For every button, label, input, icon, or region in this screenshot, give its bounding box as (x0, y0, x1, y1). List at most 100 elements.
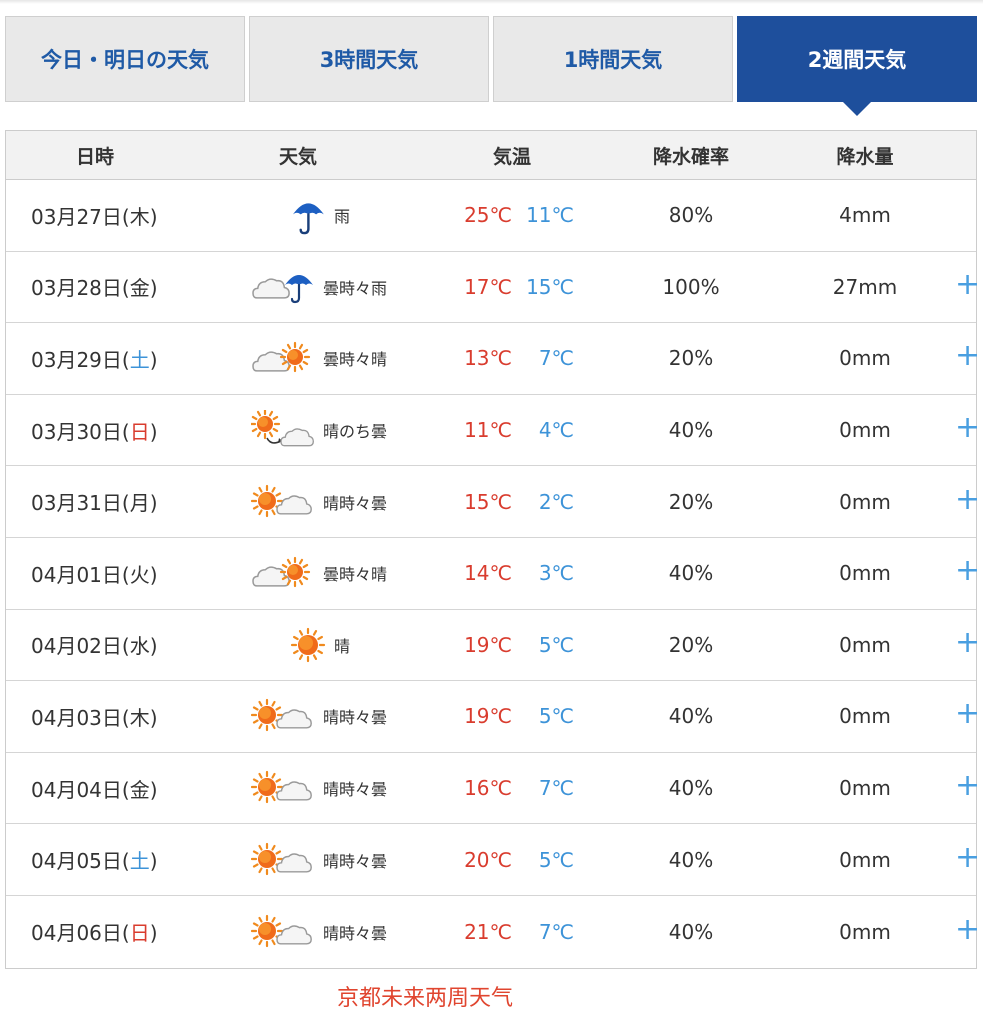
row-weather: 晴時々曇 (221, 482, 417, 522)
row-temp: 20℃ 5℃ (417, 848, 607, 872)
high-temp: 17℃ (464, 274, 512, 299)
sun-icon (288, 625, 328, 665)
precip-amount: 0mm (839, 561, 891, 586)
day-of-week: 金 (129, 276, 150, 301)
precip-probability: 40% (668, 847, 714, 872)
tab-1-hour[interactable]: 1時間天気 (493, 16, 733, 102)
weather-label: 雨 (333, 207, 350, 227)
table-row[interactable]: 04月04日(金) 晴時々曇 16℃ 7℃ 40% 0mm + (6, 753, 980, 825)
precip-amount: 27mm (832, 274, 898, 299)
weather-label: 晴時々曇 (322, 493, 387, 513)
weather-label: 晴時々曇 (322, 923, 387, 943)
tab-today-tomorrow[interactable]: 今日・明日の天気 (5, 16, 245, 102)
weather-label: 曇時々雨 (322, 278, 387, 298)
precip-amount: 0mm (839, 776, 891, 801)
day-of-week: 月 (129, 491, 150, 516)
precip-probability: 40% (668, 418, 714, 443)
low-temp: 5℃ (538, 704, 574, 729)
day-of-week: 木 (129, 705, 150, 730)
table-row[interactable]: 03月28日(金) 曇時々雨 17℃ 15℃ 100% 27mm + (6, 252, 980, 324)
weather-label: 晴時々曇 (322, 851, 387, 871)
expand-icon[interactable]: + (955, 484, 980, 515)
precip-probability: 100% (662, 274, 720, 299)
header-weather: 天気 (279, 145, 318, 168)
table-row[interactable]: 04月03日(木) 晴時々曇 19℃ 5℃ 40% 0mm + (6, 681, 980, 753)
table-row[interactable]: 04月02日(水) 晴 19℃ 5℃ 20% 0mm + (6, 610, 980, 682)
precip-amount: 0mm (839, 489, 891, 514)
row-weather: 曇時々晴 (221, 338, 417, 378)
low-temp: 5℃ (538, 847, 574, 872)
day-of-week: 土 (129, 347, 150, 372)
two-week-forecast-table: 日時 天気 気温 降水確率 降水量 03月27日(木) 雨 25℃ 11℃ 80… (5, 130, 980, 969)
high-temp: 19℃ (464, 632, 512, 657)
expand-icon[interactable]: + (955, 413, 980, 443)
table-row[interactable]: 04月01日(火) 曇時々晴 14℃ 3℃ 40% 0mm + (6, 538, 980, 610)
row-temp: 16℃ 7℃ (417, 776, 607, 800)
tab-3-hour[interactable]: 3時間天気 (249, 16, 489, 102)
low-temp: 7℃ (538, 919, 574, 944)
expand-icon[interactable]: + (955, 556, 980, 586)
row-weather: 晴のち曇 (221, 408, 417, 450)
low-temp: 15℃ (526, 274, 574, 299)
low-temp: 7℃ (538, 346, 574, 371)
row-temp: 11℃ 4℃ (417, 418, 607, 442)
day-of-week: 水 (129, 634, 150, 659)
header-temp: 気温 (492, 145, 531, 168)
row-weather: 晴時々曇 (221, 912, 417, 952)
forecast-tabs: 今日・明日の天気 3時間天気 1時間天気 2週間天気 (5, 16, 977, 116)
expand-icon[interactable]: + (955, 269, 980, 300)
high-temp: 25℃ (464, 203, 512, 228)
high-temp: 20℃ (464, 847, 512, 872)
table-row[interactable]: 03月29日(土) 曇時々晴 13℃ 7℃ 20% 0mm + (6, 323, 980, 395)
day-of-week: 日 (129, 419, 150, 444)
expand-icon[interactable]: + (955, 699, 980, 729)
high-temp: 16℃ (464, 776, 512, 801)
table-row[interactable]: 03月30日(日) 晴のち曇 11℃ 4℃ 40% 0mm + (6, 395, 980, 467)
low-temp: 5℃ (538, 632, 574, 657)
high-temp: 21℃ (464, 919, 512, 944)
top-divider (0, 0, 983, 4)
row-temp: 21℃ 7℃ (417, 920, 607, 944)
row-date: 03月27日(木) (31, 204, 158, 229)
table-row: 03月27日(木) 雨 25℃ 11℃ 80% 4mm (6, 180, 976, 252)
precip-amount: 0mm (839, 418, 891, 443)
table-header: 日時 天気 気温 降水確率 降水量 (6, 131, 976, 180)
high-temp: 11℃ (464, 418, 512, 443)
row-date: 04月04日(金) (31, 777, 158, 802)
row-date: 03月28日(金) (31, 276, 158, 301)
expand-icon[interactable]: + (955, 914, 980, 945)
day-of-week: 木 (129, 204, 150, 229)
tab-2-week[interactable]: 2週間天気 (737, 16, 977, 116)
sun-cloud-icon (250, 912, 317, 952)
row-date: 04月05日(土) (31, 849, 158, 874)
row-temp: 19℃ 5℃ (417, 704, 607, 728)
low-temp: 11℃ (526, 203, 574, 228)
precip-amount: 0mm (839, 704, 891, 729)
table-row[interactable]: 03月31日(月) 晴時々曇 15℃ 2℃ 20% 0mm + (6, 466, 980, 538)
low-temp: 3℃ (538, 561, 574, 586)
table-body: 03月27日(木) 雨 25℃ 11℃ 80% 4mm 03月28日(金) 曇時… (6, 180, 980, 968)
sun-cloud-icon (250, 840, 317, 880)
row-date: 03月30日(日) (31, 419, 158, 444)
precip-probability: 20% (668, 346, 714, 371)
precip-probability: 20% (668, 489, 714, 514)
row-weather: 曇時々雨 (221, 267, 417, 307)
low-temp: 2℃ (538, 489, 574, 514)
row-temp: 15℃ 2℃ (417, 490, 607, 514)
expand-icon[interactable]: + (955, 627, 980, 658)
table-row[interactable]: 04月05日(土) 晴時々曇 20℃ 5℃ 40% 0mm + (6, 824, 980, 896)
weather-label: 晴 (333, 636, 350, 656)
precip-amount: 0mm (839, 632, 891, 657)
sun-cloud-icon (250, 482, 317, 522)
weather-label: 晴時々曇 (322, 780, 387, 800)
row-weather: 曇時々晴 (221, 553, 417, 593)
high-temp: 13℃ (464, 346, 512, 371)
row-temp: 25℃ 11℃ (417, 203, 607, 227)
row-temp: 14℃ 3℃ (417, 561, 607, 585)
expand-icon[interactable]: + (955, 341, 980, 371)
expand-icon[interactable]: + (955, 842, 980, 873)
expand-icon[interactable]: + (955, 771, 980, 801)
precip-probability: 40% (668, 704, 714, 729)
sun-cloud-icon (250, 768, 317, 808)
table-row[interactable]: 04月06日(日) 晴時々曇 21℃ 7℃ 40% 0mm + (6, 896, 980, 968)
